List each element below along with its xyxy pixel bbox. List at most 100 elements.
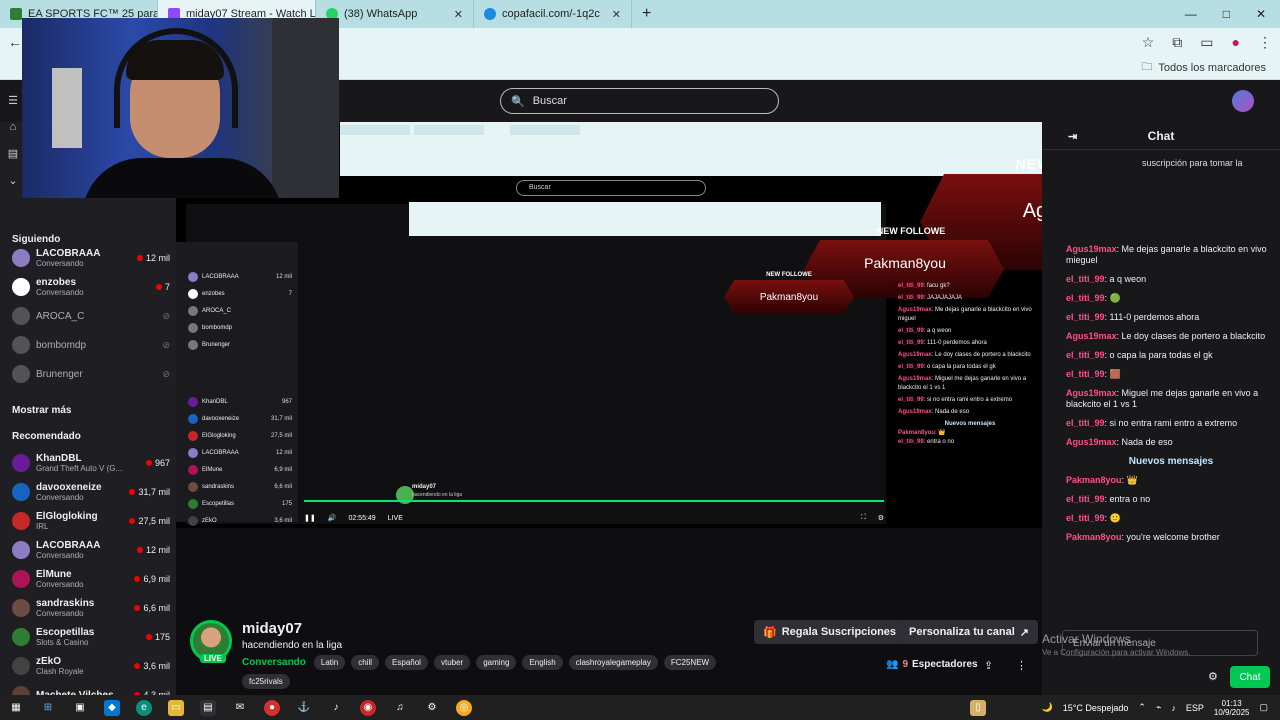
browser-tab-copafacil[interactable]: copafacil.com/-1q2c ✕	[474, 0, 632, 28]
sidebar-channel-item[interactable]: KhanDBL Grand Theft Auto V (G... 967	[12, 449, 170, 477]
edge-icon[interactable]: e	[136, 699, 152, 716]
pause-icon[interactable]: ❚❚	[304, 514, 316, 522]
channel-name[interactable]: miday07	[242, 620, 302, 637]
captured-avatar	[188, 414, 198, 424]
sidebar-channel-item[interactable]: enzobes Conversando 7	[12, 273, 170, 301]
collapse-chat-icon[interactable]: ⇥	[1068, 130, 1077, 143]
language-indicator[interactable]: ESP	[1186, 703, 1204, 713]
tag-chip[interactable]: Latin	[313, 655, 346, 670]
copilot-icon[interactable]: ◆	[104, 699, 120, 716]
sidepanel-icon[interactable]: ▭	[1200, 34, 1213, 51]
browse-icon[interactable]: ▤	[8, 147, 18, 160]
minimize-button[interactable]: —	[1185, 7, 1197, 21]
sidebar-channel-item[interactable]: bombomdp ⊘	[12, 331, 170, 359]
chrome-icon[interactable]: ●	[264, 699, 280, 716]
sidebar-channel-item[interactable]: zEkO Clash Royale 3,6 mil	[12, 652, 170, 680]
close-tab-icon[interactable]: ✕	[454, 8, 463, 21]
user-avatar[interactable]	[1232, 90, 1254, 112]
settings-icon[interactable]: ⚙	[878, 514, 884, 522]
chat-username[interactable]: el_titi_99	[1066, 494, 1105, 504]
sidebar-channel-item[interactable]: sandraskins Conversando 6,6 mil	[12, 594, 170, 622]
browser-tab-whatsapp[interactable]: (38) WhatsApp ✕	[316, 0, 474, 28]
chevron-down-icon[interactable]: ⌄	[8, 174, 17, 187]
chat-username[interactable]: el_titi_99	[1066, 274, 1105, 284]
app-icon[interactable]: ◎	[456, 699, 472, 716]
mail-icon[interactable]: ✉	[232, 700, 248, 716]
explorer-icon[interactable]: ▭	[168, 699, 184, 716]
task-view-icon[interactable]: ▣	[72, 700, 88, 716]
widgets-icon[interactable]: ▦	[8, 700, 24, 716]
tag-chip[interactable]: clashroyalegameplay	[568, 655, 658, 670]
chat-username[interactable]: el_titi_99	[1066, 293, 1105, 303]
chat-username[interactable]: el_titi_99	[1066, 312, 1105, 322]
volume-icon[interactable]: 🔊	[328, 514, 337, 522]
tag-chip[interactable]: vtuber	[433, 655, 471, 670]
channel-name: Escopetillas	[36, 626, 95, 638]
chat-settings-icon[interactable]: ⚙	[1208, 670, 1218, 683]
tray-chevron-icon[interactable]: ⌃	[1138, 702, 1146, 713]
pinned-note-icon[interactable]: ▯	[970, 699, 986, 716]
profile-icon[interactable]: ●	[1232, 34, 1240, 50]
maximize-button[interactable]: □	[1223, 7, 1230, 21]
avatar	[12, 541, 30, 559]
all-bookmarks-link[interactable]: Todos los marcadores	[1158, 62, 1266, 74]
chat-username[interactable]: Pakman8you	[1066, 532, 1122, 542]
weather-text[interactable]: 15°C Despejado	[1063, 703, 1129, 713]
fullscreen-icon[interactable]: ⛶	[861, 514, 866, 522]
tag-extra[interactable]: fc25rivals	[242, 674, 290, 689]
notifications-icon[interactable]: ▢	[1259, 702, 1268, 713]
sidebar-channel-item[interactable]: Brunenger ⊘	[12, 360, 170, 388]
chat-username[interactable]: el_titi_99	[1066, 369, 1105, 379]
collapse-icon[interactable]: ☰	[8, 94, 18, 107]
search-input[interactable]: 🔍 Buscar	[500, 88, 779, 114]
channel-name: LACOBRAAA	[36, 247, 101, 259]
sidebar-channel-item[interactable]: AROCA_C ⊘	[12, 302, 170, 330]
chat-username[interactable]: Agus19max	[1066, 388, 1117, 398]
show-more-link[interactable]: Mostrar más	[12, 405, 71, 416]
steam-icon[interactable]: ⚓	[296, 700, 312, 716]
gift-subs-button[interactable]: 🎁 Regala Suscripciones	[754, 620, 906, 644]
chat-username[interactable]: el_titi_99	[1066, 350, 1105, 360]
chat-username[interactable]: Pakman8you	[1066, 475, 1122, 485]
options-icon[interactable]: ⋮	[1016, 659, 1027, 672]
extensions-icon[interactable]: ⧉	[1172, 34, 1182, 51]
settings-icon[interactable]: ⚙	[424, 700, 440, 716]
customize-channel-button[interactable]: Personaliza tu canal ↗	[900, 620, 1038, 644]
sidebar-channel-item[interactable]: davooxeneize Conversando 31,7 mil	[12, 478, 170, 506]
sidebar-channel-item[interactable]: LACOBRAAA Conversando 12 mil	[12, 536, 170, 564]
share-icon[interactable]: ⇪	[984, 659, 993, 672]
send-chat-button[interactable]: Chat	[1230, 666, 1270, 688]
tiktok-live-icon[interactable]: ♫	[392, 700, 408, 716]
store-icon[interactable]: ▤	[200, 699, 216, 716]
chat-username[interactable]: el_titi_99	[1066, 418, 1105, 428]
chat-username[interactable]: Agus19max	[1066, 244, 1117, 254]
bookmark-star-icon[interactable]: ☆	[1142, 34, 1155, 51]
volume-tray-icon[interactable]: ♪	[1171, 703, 1176, 713]
viewer-number: 12 mil	[145, 253, 170, 263]
chat-username[interactable]: el_titi_99	[1066, 513, 1105, 523]
sidebar-channel-item[interactable]: ElMune Conversando 6,9 mil	[12, 565, 170, 593]
close-tab-icon[interactable]: ✕	[612, 8, 621, 21]
network-icon[interactable]: ⌁	[1156, 702, 1161, 713]
tag-chip[interactable]: gaming	[476, 655, 517, 670]
home-icon[interactable]: ⌂	[10, 121, 17, 133]
tag-chip[interactable]: Español	[385, 655, 428, 670]
channel-text: LACOBRAAA Conversando	[36, 248, 100, 269]
sidebar-channel-item[interactable]: Escopetillas Slots & Casino 175	[12, 623, 170, 651]
chat-username[interactable]: Agus19max	[1066, 331, 1117, 341]
chat-username[interactable]: Agus19max	[1066, 437, 1117, 447]
obs-icon[interactable]: ◉	[360, 699, 376, 716]
clock[interactable]: 01:13 10/9/2025	[1214, 699, 1250, 717]
tag-chip[interactable]: chill	[351, 655, 380, 670]
tag-chip[interactable]: FC25NEW	[663, 655, 717, 670]
sidebar-channel-item[interactable]: LACOBRAAA Conversando 12 mil	[12, 244, 170, 272]
new-tab-button[interactable]: +	[632, 5, 661, 23]
menu-icon[interactable]: ⋮	[1258, 34, 1272, 51]
close-window-button[interactable]: ✕	[1256, 7, 1266, 21]
tag-chip[interactable]: English	[522, 655, 563, 670]
back-icon[interactable]: ←	[8, 34, 22, 50]
tiktok-icon[interactable]: ♪	[328, 700, 344, 716]
category-link[interactable]: Conversando	[242, 657, 306, 668]
start-icon[interactable]: ⊞	[40, 700, 56, 716]
sidebar-channel-item[interactable]: ElGlogloking IRL 27,5 mil	[12, 507, 170, 535]
